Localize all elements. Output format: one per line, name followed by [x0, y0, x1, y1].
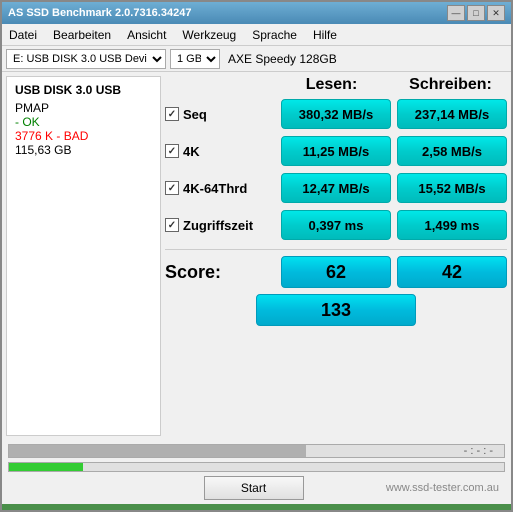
progress-bar	[8, 444, 505, 458]
score-write: 42	[397, 256, 507, 288]
access-write-value: 1,499 ms	[397, 210, 507, 240]
disk-size: 115,63 GB	[15, 143, 152, 157]
green-progress-bar	[8, 462, 505, 472]
access-read-value: 0,397 ms	[281, 210, 391, 240]
score-total-row: 133	[165, 294, 507, 326]
table-row: ✓ 4K-64Thrd 12,47 MB/s 15,52 MB/s	[165, 171, 507, 205]
access-label: ✓ Zugriffszeit	[165, 218, 275, 233]
score-row: Score: 62 42	[165, 254, 507, 290]
menu-bar: Datei Bearbeiten Ansicht Werkzeug Sprach…	[2, 24, 511, 46]
close-button[interactable]: ✕	[487, 5, 505, 21]
seq-write-value: 237,14 MB/s	[397, 99, 507, 129]
score-label: Score:	[165, 262, 275, 283]
access-checkbox[interactable]: ✓	[165, 218, 179, 232]
green-bar-fill	[9, 463, 83, 471]
score-read: 62	[281, 256, 391, 288]
table-row: ✓ 4K 11,25 MB/s 2,58 MB/s	[165, 134, 507, 168]
title-bar: AS SSD Benchmark 2.0.7316.34247 — □ ✕	[2, 2, 511, 24]
table-row: ✓ Zugriffszeit 0,397 ms 1,499 ms	[165, 208, 507, 242]
toolbar: E: USB DISK 3.0 USB Device 1 GB AXE Spee…	[2, 46, 511, 72]
left-panel: USB DISK 3.0 USB PMAP - OK 3776 K - BAD …	[6, 76, 161, 436]
menu-hilfe[interactable]: Hilfe	[310, 27, 340, 43]
menu-sprache[interactable]: Sprache	[249, 27, 300, 43]
time-display: - : - : -	[464, 445, 493, 457]
watermark: www.ssd-tester.com.au	[312, 482, 506, 494]
minimize-button[interactable]: —	[447, 5, 465, 21]
4k-label: ✓ 4K	[165, 144, 275, 159]
table-row: ✓ Seq 380,32 MB/s 237,14 MB/s	[165, 97, 507, 131]
seq-label-text: Seq	[183, 107, 207, 122]
score-section: Score: 62 42 133	[165, 249, 507, 326]
menu-datei[interactable]: Datei	[6, 27, 40, 43]
4k64-label: ✓ 4K-64Thrd	[165, 181, 275, 196]
bad-status: 3776 K - BAD	[15, 129, 152, 143]
progress-bar-fill	[9, 445, 306, 457]
menu-ansicht[interactable]: Ansicht	[124, 27, 169, 43]
main-content: USB DISK 3.0 USB PMAP - OK 3776 K - BAD …	[2, 72, 511, 440]
window-title: AS SSD Benchmark 2.0.7316.34247	[8, 7, 191, 19]
window-controls: — □ ✕	[447, 5, 505, 21]
4k64-checkbox[interactable]: ✓	[165, 181, 179, 195]
start-button[interactable]: Start	[204, 476, 304, 500]
bottom-section: - : - : - Start www.ssd-tester.com.au	[2, 440, 511, 504]
4k64-label-text: 4K-64Thrd	[183, 181, 247, 196]
seq-checkbox[interactable]: ✓	[165, 107, 179, 121]
main-window: AS SSD Benchmark 2.0.7316.34247 — □ ✕ Da…	[0, 0, 513, 512]
benchmark-table: ✓ Seq 380,32 MB/s 237,14 MB/s ✓ 4K 11,25…	[165, 97, 507, 242]
progress-row: - : - : -	[8, 444, 505, 458]
menu-werkzeug[interactable]: Werkzeug	[179, 27, 239, 43]
4k-checkbox[interactable]: ✓	[165, 144, 179, 158]
column-headers: Lesen: Schreiben:	[165, 76, 507, 94]
seq-read-value: 380,32 MB/s	[281, 99, 391, 129]
4k-write-value: 2,58 MB/s	[397, 136, 507, 166]
4k-read-value: 11,25 MB/s	[281, 136, 391, 166]
right-panel: Lesen: Schreiben: ✓ Seq 380,32 MB/s 237,…	[165, 76, 507, 436]
bottom-green-bar	[2, 504, 511, 510]
4k64-read-value: 12,47 MB/s	[281, 173, 391, 203]
drive-name: USB DISK 3.0 USB	[15, 83, 152, 97]
4k64-write-value: 15,52 MB/s	[397, 173, 507, 203]
read-header: Lesen:	[275, 76, 388, 94]
write-header: Schreiben:	[394, 76, 507, 94]
seq-label: ✓ Seq	[165, 107, 275, 122]
start-row: Start www.ssd-tester.com.au	[8, 476, 505, 500]
ok-status: - OK	[15, 115, 152, 129]
4k-label-text: 4K	[183, 144, 200, 159]
menu-bearbeiten[interactable]: Bearbeiten	[50, 27, 114, 43]
drive-dropdown[interactable]: E: USB DISK 3.0 USB Device	[6, 49, 166, 69]
score-total: 133	[256, 294, 416, 326]
device-name-label: AXE Speedy 128GB	[228, 52, 337, 66]
access-label-text: Zugriffszeit	[183, 218, 253, 233]
maximize-button[interactable]: □	[467, 5, 485, 21]
pmap-label: PMAP	[15, 101, 152, 115]
size-dropdown[interactable]: 1 GB	[170, 49, 220, 69]
